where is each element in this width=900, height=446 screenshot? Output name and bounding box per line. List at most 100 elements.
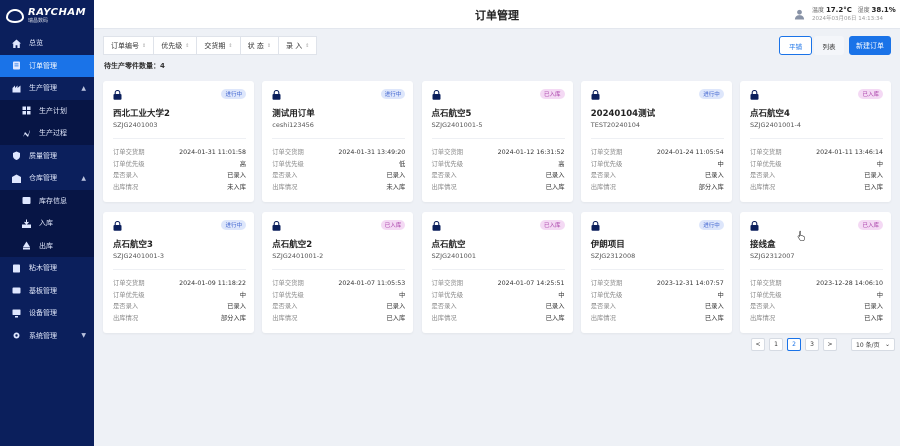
field-value: 2024-01-07 14:25:51 [497, 280, 565, 287]
sidebar-item-7[interactable]: 库存信息 [0, 189, 94, 212]
logo-icon [6, 9, 24, 23]
field-value: 2024-01-31 11:01:58 [179, 149, 246, 156]
status-badge: 已入库 [539, 89, 565, 99]
order-field-delivery: 订单交货期 2024-01-11 13:46:14 [750, 147, 883, 159]
order-card[interactable]: 进行中 伊朗项目 SZJG2312008 订单交货期 2023-12-31 14:07:… [580, 212, 732, 333]
sidebar-item-10[interactable]: 粘木管理 [0, 257, 94, 280]
field-value: 已入库 [386, 314, 406, 322]
order-code: SZJG2401001-4 [750, 121, 801, 129]
next-page-button[interactable]: > [823, 338, 837, 351]
field-label: 是否录入 [272, 303, 298, 310]
field-value: 中 [239, 291, 246, 299]
order-card[interactable]: 已入库 点石航空 SZJG2401001 订单交货期 2024-01-07 14:25:… [421, 212, 573, 333]
field-value: 已入库 [704, 314, 724, 322]
temp-value: 17.2°C [825, 6, 852, 14]
page-button[interactable]: 2 [787, 338, 801, 351]
field-value: 中 [717, 160, 724, 168]
order-field-delivery: 订单交货期 2023-12-28 14:06:10 [750, 278, 883, 290]
field-label: 是否录入 [590, 303, 616, 310]
sidebar-item-label: 订单管理 [29, 61, 57, 70]
order-card[interactable]: 已入库 接线盒 SZJG2312007 订单交货期 2023-12-28 14:06:1… [740, 212, 891, 333]
order-title: 点石航空5 [431, 109, 472, 119]
sidebar-item-9[interactable]: 出库 [0, 234, 94, 257]
field-value: 已录入 [545, 303, 565, 310]
filter-2[interactable]: 交货期 ⇕ [196, 36, 240, 55]
order-field-entered: 是否录入 已录入 [591, 170, 724, 182]
sidebar-item-5[interactable]: 质量管理 [0, 145, 94, 168]
filter-0[interactable]: 订单编号 ⇕ [103, 36, 154, 55]
inbound-icon [22, 219, 31, 228]
field-label: 订单交货期 [431, 280, 463, 287]
sidebar-item-8[interactable]: 入库 [0, 212, 94, 235]
order-code: SZJG2312008 [590, 252, 636, 260]
page-button[interactable]: 3 [805, 338, 819, 351]
status-badge: 进行中 [221, 220, 246, 230]
sort-icon: ⇕ [305, 42, 310, 49]
field-value: 未入库 [386, 183, 406, 191]
sidebar-item-label: 库存信息 [39, 196, 67, 205]
sidebar-item-3[interactable]: 生产计划 [0, 99, 94, 122]
sidebar-item-1[interactable]: 订单管理 [0, 54, 94, 77]
new-order-button[interactable]: 新建订单 [849, 36, 891, 55]
lock-icon [591, 89, 600, 100]
field-label: 订单交货期 [272, 149, 304, 156]
sidebar-item-13[interactable]: 系统管理 ▼ [0, 325, 94, 348]
field-value: 中 [876, 160, 883, 168]
chevron-up-icon: ▲ [81, 84, 86, 92]
filter-3[interactable]: 状 态 ⇕ [239, 36, 279, 55]
filter-label: 交货期 [204, 41, 226, 50]
lock-icon [432, 220, 441, 231]
sidebar-item-label: 出库 [39, 241, 53, 250]
order-field-priority: 订单优先级 中 [750, 290, 883, 302]
sidebar-item-11[interactable]: 基板管理 [0, 280, 94, 303]
outbound-icon [22, 241, 31, 250]
field-label: 出库情况 [431, 183, 457, 191]
sidebar-item-4[interactable]: 生产过程 [0, 122, 94, 145]
sidebar-item-12[interactable]: 设备管理 [0, 302, 94, 325]
sort-icon: ⇕ [185, 42, 190, 49]
order-field-outbound: 出库情况 未入库 [113, 182, 246, 194]
field-value: 未入库 [227, 183, 246, 191]
sidebar-item-0[interactable]: 总览 [0, 32, 94, 55]
lock-icon [272, 89, 281, 100]
field-label: 订单优先级 [750, 291, 782, 299]
order-field-outbound: 出库情况 已入库 [750, 313, 883, 325]
field-value: 2023-12-28 14:06:10 [816, 280, 883, 287]
order-field-entered: 是否录入 已录入 [113, 301, 246, 313]
user-icon[interactable] [794, 9, 805, 20]
order-card[interactable]: 进行中 西北工业大学2 SZJG2401003 订单交货期 2024-01-31 11:… [103, 81, 254, 202]
field-label: 是否录入 [272, 172, 298, 179]
page-size-value: 10 条/页 [856, 342, 880, 349]
tile-view-button[interactable]: 平铺 [779, 36, 812, 55]
order-field-delivery: 订单交货期 2023-12-31 14:07:57 [591, 278, 724, 290]
status-badge: 已入库 [380, 220, 406, 230]
sidebar-item-2[interactable]: 生产管理 ▲ [0, 77, 94, 100]
process-icon [22, 129, 31, 138]
order-card[interactable]: 已入库 点石航空2 SZJG2401001-2 订单交货期 2024-01-07 11:… [262, 212, 414, 333]
sidebar-item-label: 仓库管理 [29, 174, 57, 183]
page-size-select[interactable]: 10 条/页 ⌄ [851, 338, 895, 351]
filter-label: 状 态 [247, 41, 264, 50]
prev-page-button[interactable]: < [751, 338, 765, 351]
order-field-priority: 订单优先级 高 [432, 159, 565, 171]
chevron-down-icon: ⌄ [884, 341, 890, 348]
order-card[interactable]: 进行中 20240104测试 TEST20240104 订单交货期 2024-01-24… [580, 81, 732, 202]
order-card[interactable]: 进行中 点石航空3 SZJG2401001-3 订单交货期 2024-01-09 11:… [103, 212, 254, 333]
field-label: 是否录入 [431, 303, 457, 310]
order-card[interactable]: 进行中 测试用订单 ceshi123456 订单交货期 2024-01-31 13:49… [262, 81, 414, 202]
status-badge: 进行中 [221, 89, 246, 99]
sidebar-item-label: 基板管理 [29, 286, 57, 295]
filter-1[interactable]: 优先级 ⇕ [153, 36, 197, 55]
field-label: 订单优先级 [272, 160, 304, 168]
order-card[interactable]: 已入库 点石航空5 SZJG2401001-5 订单交货期 2024-01-12 16:… [421, 81, 573, 202]
sidebar-item-6[interactable]: 仓库管理 ▲ [0, 167, 94, 190]
field-value: 已入库 [864, 314, 883, 322]
sidebar-item-label: 总览 [29, 39, 43, 48]
list-view-button[interactable]: 列表 [814, 36, 844, 55]
page-button[interactable]: 1 [769, 338, 783, 351]
filter-4[interactable]: 录 入 ⇕ [278, 36, 318, 55]
field-label: 出库情况 [272, 183, 298, 191]
order-field-priority: 订单优先级 中 [591, 290, 724, 302]
order-card[interactable]: 已入库 点石航空4 SZJG2401001-4 订单交货期 2024-01-11 13:… [740, 81, 891, 202]
order-field-delivery: 订单交货期 2024-01-12 16:31:52 [432, 147, 565, 159]
